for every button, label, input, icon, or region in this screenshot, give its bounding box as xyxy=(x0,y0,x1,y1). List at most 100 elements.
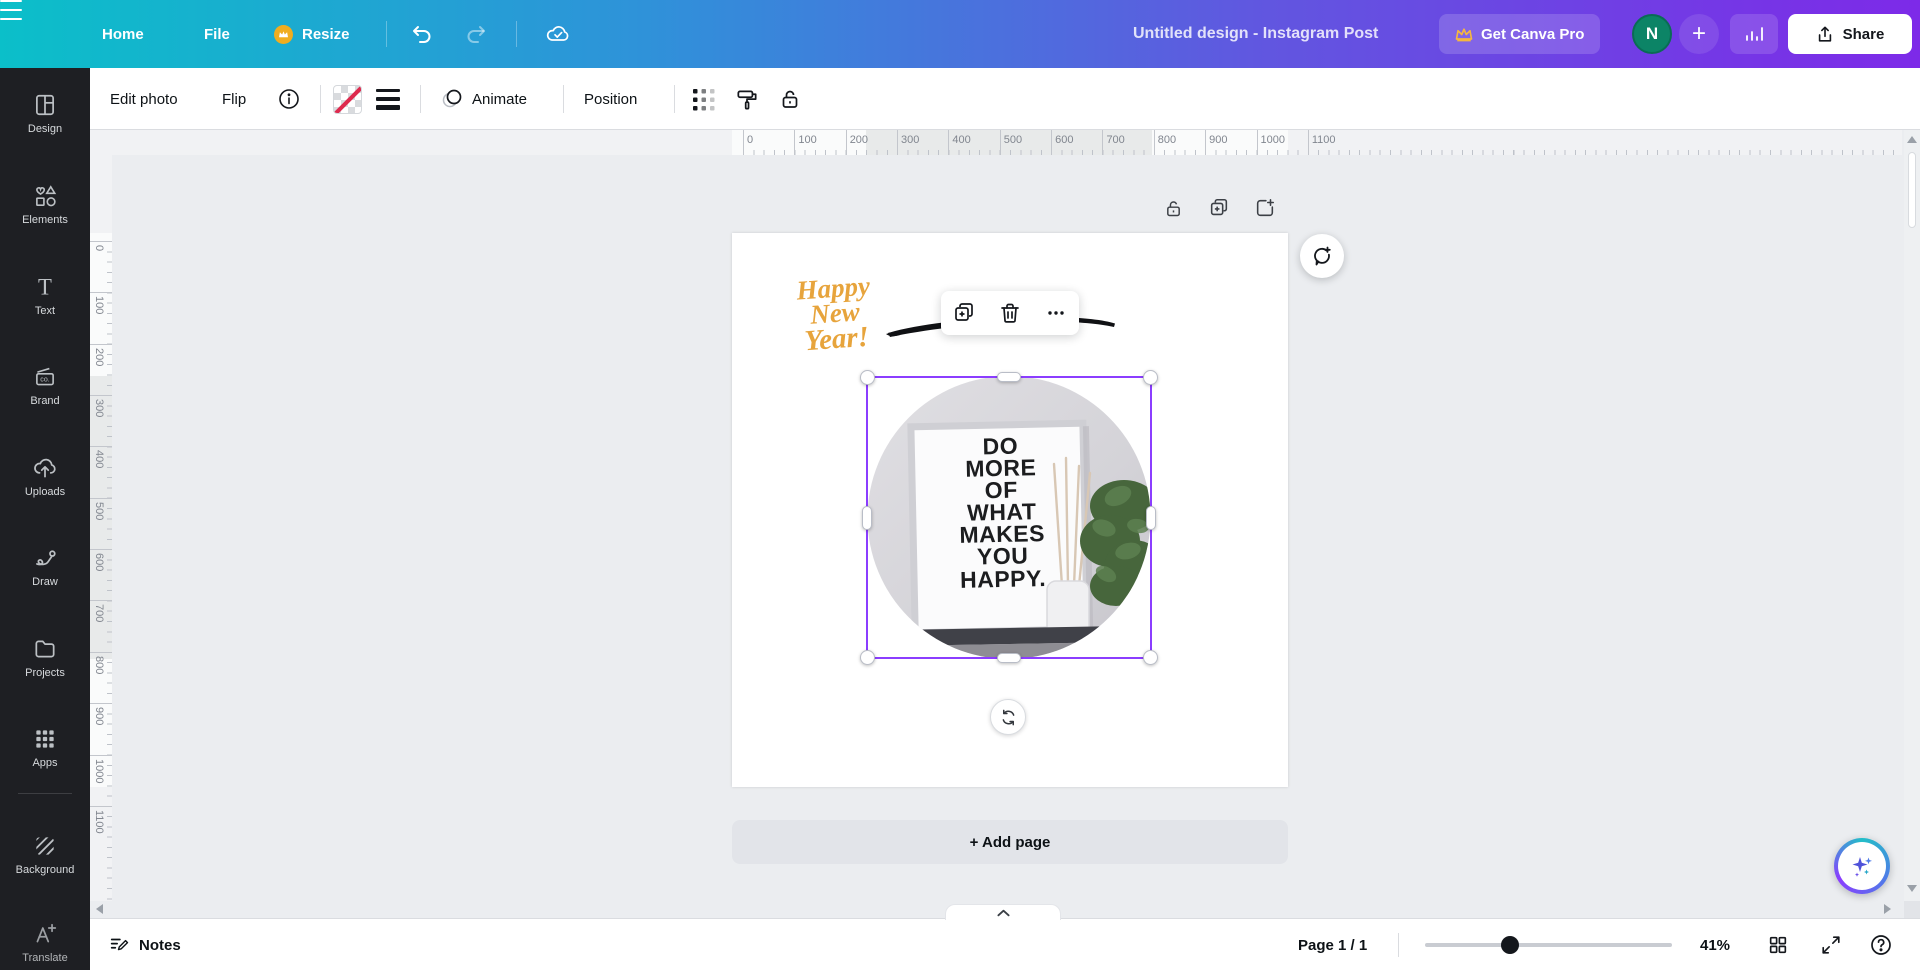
sidebar-item-brand[interactable]: co. Brand xyxy=(0,364,90,430)
delete-icon[interactable] xyxy=(992,295,1028,331)
vertical-scrollbar[interactable] xyxy=(1904,130,1920,901)
sparkle-icon xyxy=(1848,852,1876,880)
duplicate-page-icon[interactable] xyxy=(1201,188,1237,228)
sidebar-item-background[interactable]: Background xyxy=(0,833,90,899)
resize-handle-left[interactable] xyxy=(862,506,872,530)
ruler-label: 800 xyxy=(1154,134,1176,146)
share-icon xyxy=(1816,25,1834,44)
crown-icon xyxy=(1455,27,1473,42)
zoom-slider[interactable] xyxy=(1425,943,1672,947)
resize-handle-bottom-left[interactable] xyxy=(860,650,875,665)
sidebar-item-apps[interactable]: Apps xyxy=(0,726,90,792)
add-member-button[interactable]: + xyxy=(1679,14,1719,54)
help-icon xyxy=(1869,933,1893,957)
flip-button[interactable]: Flip xyxy=(222,68,246,130)
page-indicator[interactable]: Page 1 / 1 xyxy=(1298,919,1367,970)
menu-home[interactable]: Home xyxy=(102,0,144,68)
position-button[interactable]: Position xyxy=(584,68,637,130)
main-menu-icon[interactable] xyxy=(0,0,22,20)
animate-icon[interactable] xyxy=(440,87,466,111)
resize-handle-bottom-right[interactable] xyxy=(1143,650,1158,665)
vertical-ruler: 010020030040050060070080090010001100 xyxy=(90,155,112,901)
header-divider xyxy=(386,21,387,47)
context-toolbar: Edit photo Flip Animate Position xyxy=(90,68,1920,130)
resize-handle-top-right[interactable] xyxy=(1143,370,1158,385)
scroll-right-arrow[interactable] xyxy=(1884,904,1891,914)
get-canva-pro-button[interactable]: Get Canva Pro xyxy=(1439,14,1600,54)
canva-editor: Home File Resize Untitled design - Insta… xyxy=(0,0,1920,970)
sidebar-item-design[interactable]: Design xyxy=(0,92,90,158)
menu-resize[interactable]: Resize xyxy=(302,0,350,68)
elements-icon xyxy=(32,183,58,209)
resize-handle-top-left[interactable] xyxy=(860,370,875,385)
bottom-status-bar: Notes Page 1 / 1 41% xyxy=(90,918,1920,970)
scroll-up-arrow[interactable] xyxy=(1907,136,1917,143)
ruler-ticks xyxy=(743,150,1902,155)
ruler-label: 400 xyxy=(93,446,105,468)
canva-assistant-button[interactable] xyxy=(1834,838,1890,894)
circle-photo-element[interactable]: DO MORE OF WHAT MAKES YOU HAPPY. xyxy=(866,376,1152,659)
lock-icon[interactable] xyxy=(778,87,802,111)
pro-crown-icon xyxy=(274,25,293,44)
animate-button[interactable]: Animate xyxy=(472,68,527,130)
sidebar-item-translate[interactable]: Translate xyxy=(0,921,90,970)
sidebar-item-text[interactable]: T Text xyxy=(0,274,90,340)
add-page-button[interactable]: + Add page xyxy=(732,820,1288,864)
ruler-corner xyxy=(90,130,112,155)
edit-photo-button[interactable]: Edit photo xyxy=(110,68,178,130)
grid-view-button[interactable] xyxy=(1762,929,1794,961)
svg-text:T: T xyxy=(38,275,52,300)
menu-file[interactable]: File xyxy=(204,0,230,68)
scroll-down-arrow[interactable] xyxy=(1907,885,1917,892)
paint-roller-icon[interactable] xyxy=(734,87,760,113)
undo-icon[interactable] xyxy=(410,22,434,46)
sidebar-item-draw[interactable]: Draw xyxy=(0,545,90,611)
sticker-happy-new-year[interactable]: Happy New Year! xyxy=(782,273,889,384)
draw-icon xyxy=(32,545,58,571)
ruler-label: 600 xyxy=(1051,134,1073,146)
ruler-label: 300 xyxy=(93,395,105,417)
border-weight-icon[interactable] xyxy=(376,89,400,110)
transparency-icon[interactable] xyxy=(690,86,718,114)
ruler-label: 100 xyxy=(794,134,816,146)
duplicate-icon[interactable] xyxy=(946,295,982,331)
sidebar-divider xyxy=(18,793,72,794)
ruler-label: 700 xyxy=(93,600,105,622)
ruler-label: 0 xyxy=(93,241,105,251)
collapse-panel-tab[interactable] xyxy=(945,904,1061,920)
header-divider xyxy=(516,21,517,47)
svg-text:HAPPY.: HAPPY. xyxy=(960,565,1047,593)
sidebar-item-uploads[interactable]: Uploads xyxy=(0,455,90,521)
lock-page-icon[interactable] xyxy=(1155,188,1191,228)
ruler-label: 1100 xyxy=(93,806,105,834)
more-options-icon[interactable] xyxy=(1038,295,1074,331)
scroll-left-arrow[interactable] xyxy=(96,904,103,914)
sidebar-item-elements[interactable]: Elements xyxy=(0,183,90,249)
notes-button[interactable]: Notes xyxy=(108,929,181,961)
sidebar-item-projects[interactable]: Projects xyxy=(0,636,90,702)
add-comment-button[interactable] xyxy=(1300,234,1344,278)
color-swatch-none[interactable] xyxy=(333,85,362,114)
ruler-label: 400 xyxy=(948,134,970,146)
resize-handle-right[interactable] xyxy=(1146,506,1156,530)
resize-handle-bottom[interactable] xyxy=(997,653,1021,663)
resize-handle-top[interactable] xyxy=(997,372,1021,382)
avatar[interactable]: N xyxy=(1632,14,1672,54)
add-page-icon[interactable] xyxy=(1247,188,1283,228)
info-icon[interactable] xyxy=(277,87,301,111)
ruler-label: 1000 xyxy=(1257,134,1285,146)
ruler-label: 700 xyxy=(1102,134,1124,146)
zoom-percent[interactable]: 41% xyxy=(1700,919,1730,970)
comment-plus-icon xyxy=(1310,244,1334,268)
fullscreen-button[interactable] xyxy=(1815,929,1847,961)
help-button[interactable] xyxy=(1865,929,1897,961)
zoom-slider-thumb[interactable] xyxy=(1501,936,1519,954)
element-floating-toolbar xyxy=(941,291,1079,335)
rotate-handle[interactable] xyxy=(990,699,1026,735)
top-header-bar: Home File Resize Untitled design - Insta… xyxy=(0,0,1920,68)
insights-button[interactable] xyxy=(1730,14,1778,54)
design-title[interactable]: Untitled design - Instagram Post xyxy=(1133,0,1378,68)
redo-icon[interactable] xyxy=(464,22,488,46)
vertical-scrollbar-thumb[interactable] xyxy=(1908,152,1916,228)
share-button[interactable]: Share xyxy=(1788,14,1912,54)
